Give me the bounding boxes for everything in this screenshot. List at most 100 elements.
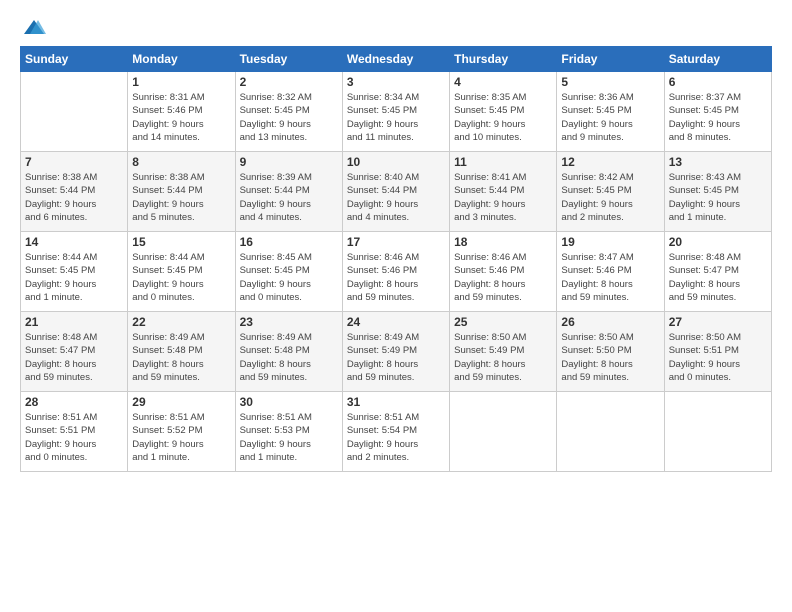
day-info: Sunrise: 8:31 AM Sunset: 5:46 PM Dayligh… xyxy=(132,91,230,144)
calendar-cell: 17Sunrise: 8:46 AM Sunset: 5:46 PM Dayli… xyxy=(342,232,449,312)
day-number: 24 xyxy=(347,315,445,329)
day-number: 19 xyxy=(561,235,659,249)
day-number: 4 xyxy=(454,75,552,89)
day-info: Sunrise: 8:51 AM Sunset: 5:53 PM Dayligh… xyxy=(240,411,338,464)
calendar-week-row: 14 Sunrise: 8:44 AM Sunset: 5:45 PM Dayli… xyxy=(21,232,772,312)
calendar-cell: 18 Sunrise: 8:46 AM Sunset: 5:46 PM Dayli… xyxy=(450,232,557,312)
day-info: Sunrise: 8:47 AM Sunset: 5:46 PM Dayligh… xyxy=(561,251,659,304)
day-info: Sunrise: 8:51 AM Sunset: 5:52 PM Dayligh… xyxy=(132,411,230,464)
calendar-cell: 7 Sunrise: 8:38 AM Sunset: 5:44 PM Daylig… xyxy=(21,152,128,232)
day-number: 21 xyxy=(25,315,123,329)
day-info: Sunrise: 8:43 AM Sunset: 5:45 PM Dayligh… xyxy=(669,171,767,224)
day-number: 23 xyxy=(240,315,338,329)
day-info: Sunrise: 8:44 AM Sunset: 5:45 PM Dayligh… xyxy=(25,251,123,304)
day-number: 28 xyxy=(25,395,123,409)
calendar-cell: 22 Sunrise: 8:49 AM Sunset: 5:48 PM Dayli… xyxy=(128,312,235,392)
calendar-cell: 23Sunrise: 8:49 AM Sunset: 5:48 PM Dayli… xyxy=(235,312,342,392)
day-number: 29 xyxy=(132,395,230,409)
day-number: 30 xyxy=(240,395,338,409)
calendar-cell: 20 Sunrise: 8:48 AM Sunset: 5:47 PM Dayli… xyxy=(664,232,771,312)
calendar-week-row: 21 Sunrise: 8:48 AM Sunset: 5:47 PM Dayli… xyxy=(21,312,772,392)
day-info: Sunrise: 8:38 AM Sunset: 5:44 PM Dayligh… xyxy=(132,171,230,224)
day-number: 22 xyxy=(132,315,230,329)
calendar-cell: 30 Sunrise: 8:51 AM Sunset: 5:53 PM Dayli… xyxy=(235,392,342,472)
calendar-cell: 4 Sunrise: 8:35 AM Sunset: 5:45 PM Daylig… xyxy=(450,72,557,152)
calendar-week-row: 1Sunrise: 8:31 AM Sunset: 5:46 PM Daylig… xyxy=(21,72,772,152)
day-number: 31 xyxy=(347,395,445,409)
day-number: 15 xyxy=(132,235,230,249)
calendar-table: SundayMondayTuesdayWednesdayThursdayFrid… xyxy=(20,46,772,472)
day-info: Sunrise: 8:49 AM Sunset: 5:49 PM Dayligh… xyxy=(347,331,445,384)
day-info: Sunrise: 8:37 AM Sunset: 5:45 PM Dayligh… xyxy=(669,91,767,144)
day-info: Sunrise: 8:40 AM Sunset: 5:44 PM Dayligh… xyxy=(347,171,445,224)
day-number: 17 xyxy=(347,235,445,249)
calendar-cell: 3Sunrise: 8:34 AM Sunset: 5:45 PM Daylig… xyxy=(342,72,449,152)
logo-icon xyxy=(22,16,46,40)
calendar-week-row: 28 Sunrise: 8:51 AM Sunset: 5:51 PM Dayli… xyxy=(21,392,772,472)
calendar-cell xyxy=(557,392,664,472)
day-info: Sunrise: 8:46 AM Sunset: 5:46 PM Dayligh… xyxy=(454,251,552,304)
calendar-day-header: Wednesday xyxy=(342,47,449,72)
day-number: 6 xyxy=(669,75,767,89)
day-number: 14 xyxy=(25,235,123,249)
day-info: Sunrise: 8:50 AM Sunset: 5:50 PM Dayligh… xyxy=(561,331,659,384)
day-info: Sunrise: 8:41 AM Sunset: 5:44 PM Dayligh… xyxy=(454,171,552,224)
calendar-cell: 13 Sunrise: 8:43 AM Sunset: 5:45 PM Dayli… xyxy=(664,152,771,232)
day-info: Sunrise: 8:51 AM Sunset: 5:51 PM Dayligh… xyxy=(25,411,123,464)
page: SundayMondayTuesdayWednesdayThursdayFrid… xyxy=(0,0,792,612)
day-info: Sunrise: 8:48 AM Sunset: 5:47 PM Dayligh… xyxy=(669,251,767,304)
calendar-cell: 24 Sunrise: 8:49 AM Sunset: 5:49 PM Dayli… xyxy=(342,312,449,392)
calendar-cell xyxy=(21,72,128,152)
logo xyxy=(20,16,46,38)
calendar-cell: 12Sunrise: 8:42 AM Sunset: 5:45 PM Dayli… xyxy=(557,152,664,232)
day-number: 26 xyxy=(561,315,659,329)
calendar-cell: 10 Sunrise: 8:40 AM Sunset: 5:44 PM Dayli… xyxy=(342,152,449,232)
day-info: Sunrise: 8:36 AM Sunset: 5:45 PM Dayligh… xyxy=(561,91,659,144)
calendar-cell: 1Sunrise: 8:31 AM Sunset: 5:46 PM Daylig… xyxy=(128,72,235,152)
calendar-cell: 29 Sunrise: 8:51 AM Sunset: 5:52 PM Dayli… xyxy=(128,392,235,472)
day-number: 2 xyxy=(240,75,338,89)
calendar-cell: 11 Sunrise: 8:41 AM Sunset: 5:44 PM Dayli… xyxy=(450,152,557,232)
day-number: 13 xyxy=(669,155,767,169)
day-info: Sunrise: 8:42 AM Sunset: 5:45 PM Dayligh… xyxy=(561,171,659,224)
calendar-day-header: Monday xyxy=(128,47,235,72)
day-info: Sunrise: 8:45 AM Sunset: 5:45 PM Dayligh… xyxy=(240,251,338,304)
calendar-cell: 19 Sunrise: 8:47 AM Sunset: 5:46 PM Dayli… xyxy=(557,232,664,312)
calendar-cell: 21 Sunrise: 8:48 AM Sunset: 5:47 PM Dayli… xyxy=(21,312,128,392)
day-info: Sunrise: 8:32 AM Sunset: 5:45 PM Dayligh… xyxy=(240,91,338,144)
calendar-cell: 8 Sunrise: 8:38 AM Sunset: 5:44 PM Daylig… xyxy=(128,152,235,232)
calendar-day-header: Tuesday xyxy=(235,47,342,72)
calendar-cell: 15Sunrise: 8:44 AM Sunset: 5:45 PM Dayli… xyxy=(128,232,235,312)
day-number: 9 xyxy=(240,155,338,169)
calendar-cell: 5 Sunrise: 8:36 AM Sunset: 5:45 PM Daylig… xyxy=(557,72,664,152)
calendar-cell: 31Sunrise: 8:51 AM Sunset: 5:54 PM Dayli… xyxy=(342,392,449,472)
calendar-week-row: 7 Sunrise: 8:38 AM Sunset: 5:44 PM Daylig… xyxy=(21,152,772,232)
day-number: 8 xyxy=(132,155,230,169)
day-info: Sunrise: 8:38 AM Sunset: 5:44 PM Dayligh… xyxy=(25,171,123,224)
calendar-header-row: SundayMondayTuesdayWednesdayThursdayFrid… xyxy=(21,47,772,72)
calendar-day-header: Sunday xyxy=(21,47,128,72)
day-number: 16 xyxy=(240,235,338,249)
calendar-cell: 14 Sunrise: 8:44 AM Sunset: 5:45 PM Dayli… xyxy=(21,232,128,312)
calendar-cell: 16 Sunrise: 8:45 AM Sunset: 5:45 PM Dayli… xyxy=(235,232,342,312)
calendar-cell: 9 Sunrise: 8:39 AM Sunset: 5:44 PM Daylig… xyxy=(235,152,342,232)
day-info: Sunrise: 8:48 AM Sunset: 5:47 PM Dayligh… xyxy=(25,331,123,384)
day-number: 18 xyxy=(454,235,552,249)
day-info: Sunrise: 8:35 AM Sunset: 5:45 PM Dayligh… xyxy=(454,91,552,144)
day-number: 7 xyxy=(25,155,123,169)
calendar-cell: 27Sunrise: 8:50 AM Sunset: 5:51 PM Dayli… xyxy=(664,312,771,392)
calendar-cell: 26 Sunrise: 8:50 AM Sunset: 5:50 PM Dayli… xyxy=(557,312,664,392)
day-number: 10 xyxy=(347,155,445,169)
day-number: 5 xyxy=(561,75,659,89)
calendar-cell: 25Sunrise: 8:50 AM Sunset: 5:49 PM Dayli… xyxy=(450,312,557,392)
day-info: Sunrise: 8:50 AM Sunset: 5:51 PM Dayligh… xyxy=(669,331,767,384)
day-info: Sunrise: 8:49 AM Sunset: 5:48 PM Dayligh… xyxy=(132,331,230,384)
calendar-day-header: Friday xyxy=(557,47,664,72)
day-info: Sunrise: 8:34 AM Sunset: 5:45 PM Dayligh… xyxy=(347,91,445,144)
day-number: 11 xyxy=(454,155,552,169)
day-number: 25 xyxy=(454,315,552,329)
calendar-cell: 28 Sunrise: 8:51 AM Sunset: 5:51 PM Dayli… xyxy=(21,392,128,472)
calendar-cell: 2 Sunrise: 8:32 AM Sunset: 5:45 PM Daylig… xyxy=(235,72,342,152)
day-number: 20 xyxy=(669,235,767,249)
day-info: Sunrise: 8:39 AM Sunset: 5:44 PM Dayligh… xyxy=(240,171,338,224)
